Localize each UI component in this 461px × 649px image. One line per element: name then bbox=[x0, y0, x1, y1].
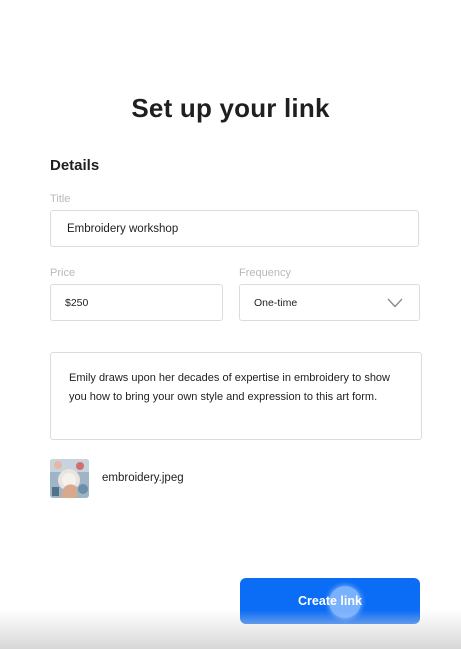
chevron-down-icon bbox=[387, 298, 403, 307]
image-thumbnail-icon[interactable] bbox=[50, 459, 89, 498]
frequency-select-value: One-time bbox=[254, 296, 298, 309]
price-input-value: $250 bbox=[65, 296, 89, 309]
create-link-button[interactable]: Create link bbox=[240, 578, 420, 624]
frequency-select[interactable]: One-time bbox=[239, 284, 420, 321]
title-input[interactable]: Embroidery workshop bbox=[50, 210, 419, 247]
setup-link-page: Set up your link Details Title Embroider… bbox=[0, 0, 461, 649]
price-input[interactable]: $250 bbox=[50, 284, 223, 321]
create-link-label: Create link bbox=[298, 594, 362, 608]
description-textarea[interactable]: Emily draws upon her decades of expertis… bbox=[50, 352, 422, 440]
details-section-title: Details bbox=[50, 157, 100, 174]
attachment-file-name[interactable]: embroidery.jpeg bbox=[102, 472, 184, 484]
title-label: Title bbox=[50, 193, 71, 205]
title-input-value: Embroidery workshop bbox=[67, 222, 179, 235]
page-title: Set up your link bbox=[131, 93, 330, 123]
price-label: Price bbox=[50, 267, 76, 279]
frequency-label: Frequency bbox=[239, 267, 291, 279]
